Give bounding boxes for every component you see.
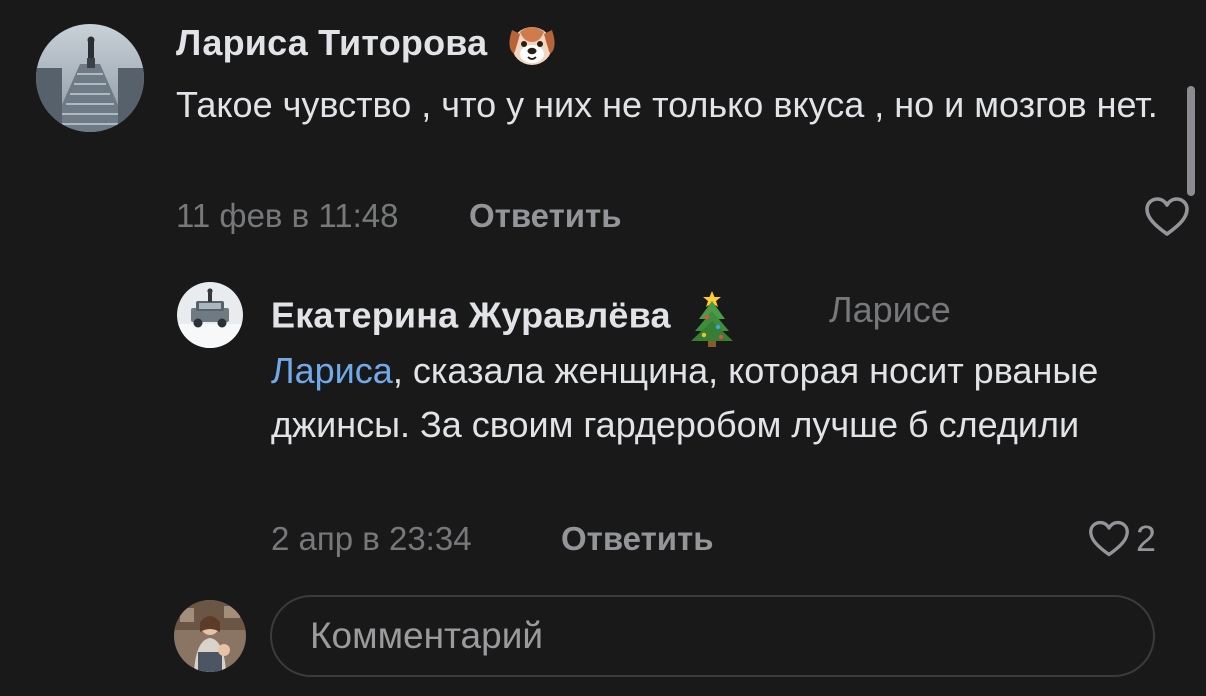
reply-button[interactable]: Ответить — [469, 197, 622, 235]
scrollbar[interactable] — [1187, 86, 1195, 196]
comment-author[interactable]: Лариса Титорова — [176, 22, 558, 68]
reply-to-label[interactable]: Ларисе — [829, 289, 951, 331]
comment-input[interactable] — [270, 595, 1155, 677]
like-button[interactable]: 2 — [1088, 518, 1156, 560]
dog-face-icon — [506, 22, 558, 68]
author-name[interactable]: Екатерина Журавлёва — [271, 295, 671, 336]
heart-icon — [1145, 197, 1189, 236]
reply-text: Лариса, сказала женщина, которая носит р… — [271, 344, 1151, 452]
comments-thread: Лариса Титорова Такое чувство , что у ни… — [0, 0, 1206, 696]
author-name[interactable]: Лариса Титорова — [176, 22, 487, 63]
mention-link[interactable]: Лариса — [271, 350, 393, 391]
reply-date[interactable]: 2 апр в 23:34 — [271, 520, 472, 558]
avatar-larisa[interactable] — [36, 24, 144, 132]
like-button[interactable] — [1144, 197, 1196, 237]
reply-button[interactable]: Ответить — [561, 520, 714, 558]
reply-body: , сказала женщина, которая носит рваные … — [271, 350, 1099, 445]
comment-date[interactable]: 11 фев в 11:48 — [176, 197, 398, 235]
avatar-ekaterina[interactable] — [177, 282, 243, 348]
reply-author[interactable]: Екатерина Журавлёва — [271, 289, 735, 347]
like-count: 2 — [1136, 518, 1157, 559]
avatar-current-user[interactable] — [174, 600, 246, 672]
heart-icon — [1089, 520, 1129, 557]
comment-text: Такое чувство , что у них не только вкус… — [176, 84, 1158, 125]
christmas-tree-icon — [689, 289, 735, 347]
